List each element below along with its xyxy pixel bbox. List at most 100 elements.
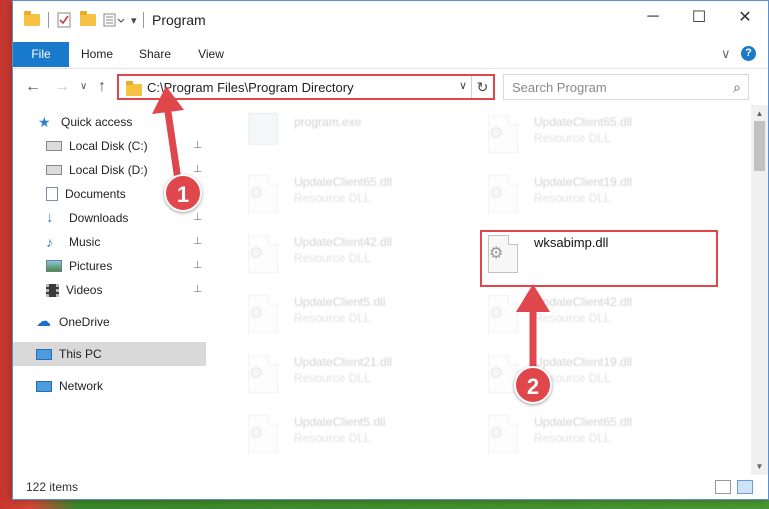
- gear-icon: ⚙: [489, 365, 504, 382]
- file-item[interactable]: ⚙ UpdateClient21.dll Resource DLL: [240, 347, 474, 403]
- file-item[interactable]: ⚙ UpdateClient5.dll Resource DLL: [240, 287, 474, 343]
- folder-icon[interactable]: [24, 11, 40, 26]
- close-button[interactable]: ✕: [722, 1, 768, 33]
- tab-share[interactable]: Share: [133, 42, 177, 67]
- file-item[interactable]: ⚙ UpdateClient65.dll Resource DLL: [240, 167, 474, 223]
- gear-icon: ⚙: [249, 365, 264, 382]
- highlight-box: [480, 230, 718, 287]
- pin-icon: ⊥: [193, 284, 202, 295]
- folder-icon: [126, 81, 142, 96]
- sidebar-item-label: Local Disk (C:): [69, 139, 148, 153]
- sidebar-item-label: Videos: [66, 283, 103, 297]
- expand-ribbon-icon[interactable]: ∨: [721, 46, 731, 62]
- scroll-up-button[interactable]: ▲: [751, 105, 768, 122]
- file-item[interactable]: ⚙ UpdateClient42.dll Resource DLL: [480, 287, 714, 343]
- gear-icon: ⚙: [249, 425, 264, 442]
- properties-icon[interactable]: [57, 12, 71, 28]
- file-name: UpdateClient19.dll: [534, 175, 633, 189]
- file-item[interactable]: program.exe: [240, 107, 474, 163]
- sidebar-item-label: Documents: [65, 187, 126, 201]
- maximize-button[interactable]: ☐: [676, 1, 722, 33]
- sidebar-item-local-disk-c[interactable]: Local Disk (C:) ⊥: [13, 134, 206, 158]
- file-name: UpdateClient5.dll: [294, 295, 386, 309]
- toolbar-separator: [48, 12, 49, 28]
- file-type: Resource DLL: [534, 191, 611, 205]
- file-type: Resource DLL: [294, 371, 371, 385]
- file-item[interactable]: ⚙ UpdateClient19.dll Resource DLL: [480, 167, 714, 223]
- gear-icon: ⚙: [489, 125, 504, 142]
- search-box[interactable]: Search Program ⌕: [503, 74, 749, 100]
- file-name: UpdateClient19.dll: [534, 355, 633, 369]
- file-type: Resource DLL: [294, 251, 371, 265]
- sidebar-item-label: OneDrive: [59, 315, 110, 329]
- forward-button[interactable]: →: [54, 78, 70, 96]
- sidebar-item-onedrive[interactable]: ☁ OneDrive: [13, 310, 206, 334]
- network-icon: [36, 380, 52, 392]
- cloud-icon: ☁: [36, 313, 51, 330]
- sidebar-item-network[interactable]: Network: [13, 374, 206, 398]
- address-bar[interactable]: C:\Program Files\Program Directory ∨ ↻: [117, 74, 495, 100]
- music-icon: ♪: [46, 234, 53, 250]
- sidebar-item-label: This PC: [59, 347, 102, 361]
- refresh-button[interactable]: ↻: [471, 76, 493, 98]
- sidebar-item-label: Local Disk (D:): [69, 163, 148, 177]
- sidebar-item-label: Network: [59, 379, 104, 393]
- tab-home[interactable]: Home: [75, 42, 119, 67]
- tab-view[interactable]: View: [191, 42, 231, 67]
- drive-icon: [46, 165, 62, 175]
- search-icon[interactable]: ⌕: [733, 79, 741, 96]
- scroll-thumb[interactable]: [754, 121, 765, 171]
- file-item[interactable]: ⚙ UpdateClient65.dll Resource DLL: [480, 407, 714, 463]
- pictures-icon: [46, 260, 62, 272]
- documents-icon: [46, 187, 58, 201]
- file-type: Resource DLL: [294, 311, 371, 325]
- help-icon[interactable]: ?: [741, 46, 756, 61]
- file-item[interactable]: ⚙ UpdateClient42.dll Resource DLL: [240, 227, 474, 283]
- ribbon-tabs: File Home Share View: [13, 42, 768, 67]
- minimize-button[interactable]: ─: [630, 1, 676, 33]
- pin-icon: ⊥: [193, 212, 202, 223]
- tab-file[interactable]: File: [13, 42, 69, 67]
- item-count: 122 items: [26, 480, 79, 494]
- file-name: UpdateClient42.dll: [534, 295, 633, 309]
- computer-icon: [36, 348, 52, 360]
- file-item[interactable]: ⚙ UpdateClient65.dll Resource DLL: [480, 107, 714, 163]
- recent-locations-button[interactable]: ∨: [80, 81, 87, 92]
- file-name: UpdateClient5.dll: [294, 415, 386, 429]
- details-view-button[interactable]: [715, 480, 731, 494]
- sidebar-item-label: Music: [69, 235, 101, 249]
- file-name: UpdateClient65.dll: [534, 115, 633, 129]
- sidebar-item-quick-access[interactable]: ★ Quick access: [13, 110, 206, 134]
- file-item[interactable]: ⚙ UpdateClient19.dll Resource DLL: [480, 347, 714, 403]
- file-item[interactable]: ⚙ UpdateClient5.dll Resource DLL: [240, 407, 474, 463]
- gear-icon: ⚙: [249, 185, 264, 202]
- customize-toolbar-icon[interactable]: [103, 12, 129, 28]
- file-type: Resource DLL: [534, 431, 611, 445]
- address-dropdown-icon[interactable]: ∨: [459, 79, 467, 92]
- sidebar-item-pictures[interactable]: Pictures ⊥: [13, 254, 206, 278]
- scroll-down-button[interactable]: ▼: [751, 458, 768, 475]
- sidebar-item-videos[interactable]: Videos ⊥: [13, 278, 206, 302]
- back-button[interactable]: ←: [25, 78, 41, 96]
- downloads-icon: ↓: [46, 209, 54, 226]
- gear-icon: ⚙: [249, 245, 264, 262]
- sidebar-item-label: Quick access: [61, 115, 133, 129]
- videos-icon: [46, 283, 59, 297]
- large-icons-view-button[interactable]: [737, 480, 753, 494]
- up-button[interactable]: ↑: [98, 78, 106, 96]
- new-folder-icon[interactable]: [80, 11, 96, 26]
- search-input[interactable]: Search Program: [512, 80, 607, 95]
- sidebar-item-label: Pictures: [69, 259, 113, 273]
- pin-icon: ⊥: [193, 236, 202, 247]
- sidebar-item-this-pc[interactable]: This PC: [13, 342, 206, 366]
- file-type: Resource DLL: [534, 311, 611, 325]
- file-name: UpdateClient21.dll: [294, 355, 393, 369]
- navigation-bar: ← → ∨ ↑ C:\Program Files\Program Directo…: [13, 68, 768, 104]
- dropdown-arrow-icon[interactable]: ▾: [131, 14, 137, 27]
- file-type: Resource DLL: [294, 191, 371, 205]
- vertical-scrollbar[interactable]: ▲ ▼: [751, 105, 768, 475]
- sidebar-item-music[interactable]: ♪ Music ⊥: [13, 230, 206, 254]
- title-bar: ▾ Program ─ ☐ ✕: [13, 1, 768, 39]
- callout-1: 1: [164, 174, 202, 212]
- quick-access-toolbar: ▾: [24, 11, 144, 29]
